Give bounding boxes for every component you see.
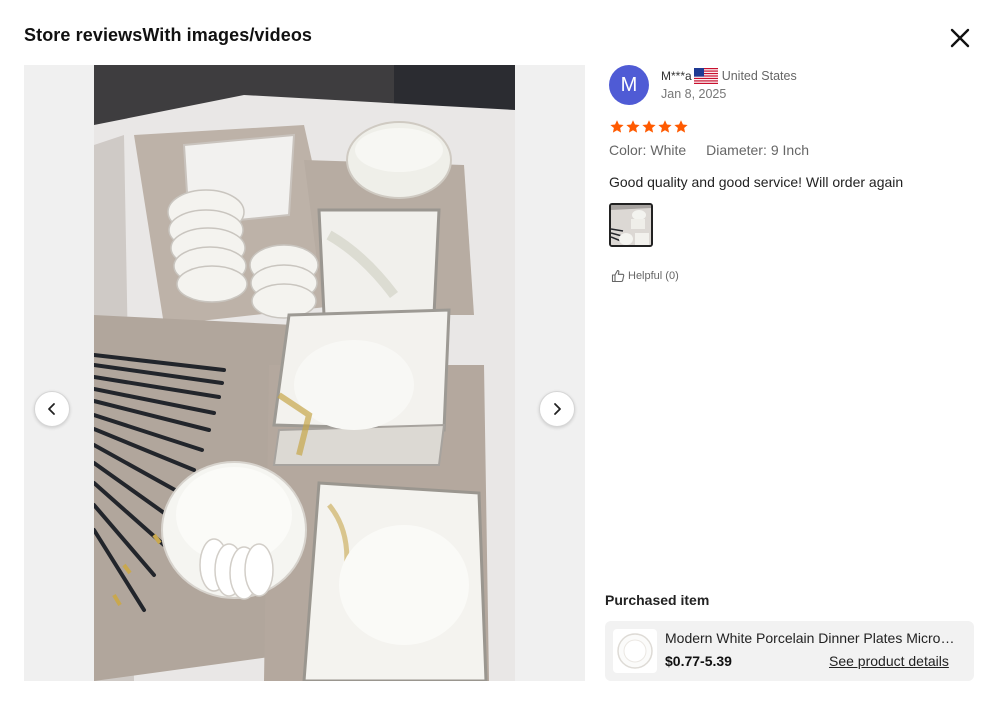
star-rating bbox=[609, 119, 689, 135]
reviewer-info: M***a United States bbox=[661, 68, 797, 84]
review-image-thumbnail[interactable] bbox=[609, 203, 653, 247]
product-price: $0.77-5.39 bbox=[665, 653, 732, 669]
purchased-item-card[interactable]: Modern White Porcelain Dinner Plates Mic… bbox=[605, 621, 974, 681]
purchased-item-heading: Purchased item bbox=[605, 592, 710, 608]
reviewer-name: M***a bbox=[661, 69, 692, 83]
review-photo[interactable] bbox=[94, 65, 515, 681]
plate-image bbox=[617, 633, 653, 669]
review-attributes: Color: White Diameter: 9 Inch bbox=[609, 142, 809, 158]
chevron-right-icon bbox=[554, 403, 561, 415]
star-icon bbox=[610, 120, 624, 133]
chevron-left-icon bbox=[48, 403, 55, 415]
modal-title: Store reviewsWith images/videos bbox=[24, 25, 313, 45]
attribute-name: Color: bbox=[609, 142, 647, 158]
star-icon bbox=[674, 120, 688, 133]
attribute-value: White bbox=[650, 142, 687, 158]
product-thumbnail[interactable] bbox=[613, 629, 657, 673]
review-text: Good quality and good service! Will orde… bbox=[609, 174, 904, 190]
thumbs-up-icon bbox=[611, 269, 625, 283]
star-icon bbox=[642, 120, 656, 133]
thumbnail-image bbox=[611, 205, 651, 245]
helpful-button[interactable]: Helpful (0) bbox=[611, 269, 679, 283]
reviewer-country: United States bbox=[721, 69, 797, 83]
avatar: M bbox=[609, 65, 649, 105]
us-flag-icon bbox=[693, 68, 718, 84]
helpful-label: Helpful (0) bbox=[628, 270, 679, 282]
dinnerware-photo-image bbox=[94, 65, 515, 681]
close-button[interactable] bbox=[946, 24, 974, 52]
see-product-details-link[interactable]: See product details bbox=[829, 653, 949, 669]
review-date: Jan 8, 2025 bbox=[661, 87, 727, 101]
next-image-button[interactable] bbox=[539, 391, 575, 427]
star-icon bbox=[626, 120, 640, 133]
attribute-value: 9 Inch bbox=[770, 142, 809, 158]
attribute-name: Diameter: bbox=[706, 142, 767, 158]
review-media-gallery bbox=[24, 65, 585, 681]
close-icon bbox=[950, 28, 970, 48]
product-title[interactable]: Modern White Porcelain Dinner Plates Mic… bbox=[665, 630, 961, 646]
star-icon bbox=[658, 120, 672, 133]
previous-image-button[interactable] bbox=[34, 391, 70, 427]
review-modal: Store reviewsWith images/videos M M***a … bbox=[0, 0, 996, 716]
